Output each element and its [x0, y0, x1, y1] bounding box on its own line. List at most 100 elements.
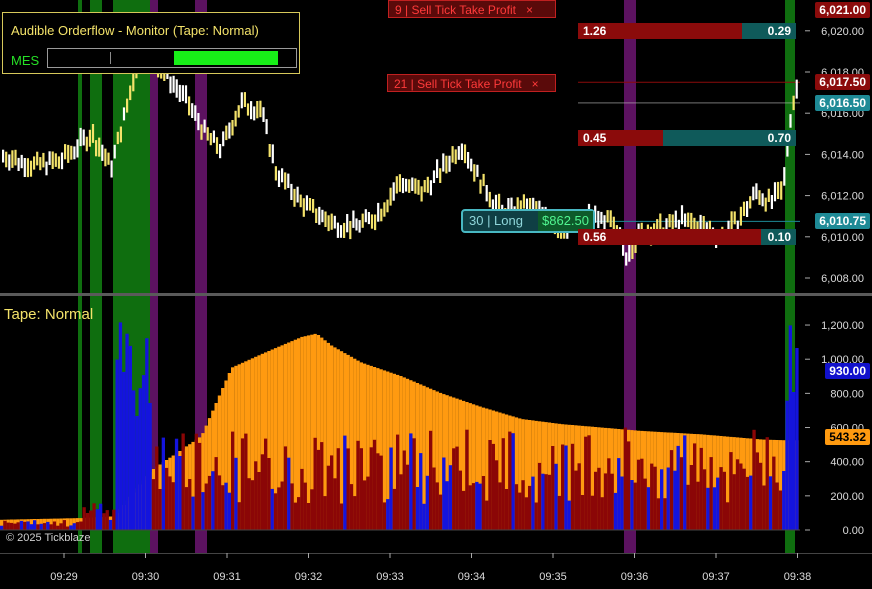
candle: [730, 211, 733, 230]
sell-take-profit-order-21[interactable]: 21 | Sell Tick Take Profit ×: [387, 74, 556, 93]
close-icon[interactable]: ×: [532, 77, 539, 91]
tape-buy-bar: [389, 447, 393, 530]
candle: [597, 210, 600, 229]
candle: [674, 210, 677, 228]
tape-buy-bar: [448, 465, 453, 530]
price-axis-label: 6,010.75: [815, 213, 870, 230]
tape-sell-bar: [198, 442, 202, 530]
tape-buy-bar: [567, 500, 571, 530]
tape-sell-bar: [755, 452, 759, 530]
candle: [287, 173, 290, 188]
candle: [122, 107, 126, 121]
tape-sell-bar: [745, 476, 750, 530]
candle: [386, 199, 389, 213]
tape-sell-bar: [306, 503, 311, 530]
sell-take-profit-order-9[interactable]: 9 | Sell Tick Take Profit ×: [388, 0, 556, 19]
tape-sell-bar: [551, 446, 555, 530]
tape-buy-bar: [115, 359, 119, 530]
candle: [60, 152, 64, 170]
candle: [628, 244, 631, 262]
close-icon[interactable]: ×: [526, 3, 533, 17]
tape-sell-bar: [508, 431, 512, 530]
candle: [188, 96, 191, 116]
candle: [2, 149, 5, 163]
tape-sell-bar: [267, 458, 271, 530]
tape-sell-bar: [438, 494, 443, 530]
tape-sell-bar: [168, 476, 172, 530]
tape-sell-bar: [514, 484, 519, 530]
tape-sell-bar: [320, 442, 324, 530]
candle: [225, 125, 228, 141]
candle: [181, 85, 184, 102]
tape-sell-bar: [709, 457, 713, 530]
tape-sell-bar: [6, 522, 10, 530]
tape-buy-bar: [613, 492, 618, 530]
tape-sell-bar: [607, 458, 611, 530]
tape-sell-bar: [310, 489, 314, 530]
tape-avg-bar: [339, 351, 344, 530]
candle: [631, 242, 634, 259]
tape-sell-bar: [293, 502, 297, 530]
candle: [442, 153, 445, 172]
candle: [194, 105, 197, 121]
tape-sell-bar: [75, 522, 80, 530]
candle: [219, 144, 222, 159]
tape-buy-bar: [138, 388, 142, 530]
candle: [321, 209, 324, 223]
tape-sell-bar: [49, 524, 53, 530]
time-tick-label: 09:37: [702, 571, 730, 583]
tape-axis-label: 930.00: [825, 363, 870, 380]
candle: [609, 210, 612, 228]
candle: [293, 188, 296, 207]
candle: [284, 172, 287, 190]
candle: [175, 79, 178, 98]
tape-buy-bar: [425, 475, 429, 530]
tape-buy-bar: [39, 523, 43, 530]
tape-buy-bar: [108, 519, 113, 530]
tape-tick-label: 1,200.00: [821, 320, 864, 332]
candle: [39, 157, 42, 171]
tape-sell-bar: [495, 460, 499, 530]
tape-sell-bar: [23, 521, 27, 530]
candle: [191, 103, 194, 118]
tape-sell-bar: [455, 446, 459, 530]
tape-sell-bar: [610, 473, 614, 530]
price-tick-label: 6,020.00: [821, 26, 864, 38]
order-label: 9 | Sell Tick Take Profit: [395, 3, 516, 18]
time-tick-label: 09:36: [621, 571, 649, 583]
candle: [411, 177, 414, 191]
candle: [212, 130, 215, 143]
tape-sell-bar: [16, 522, 20, 530]
bid-ask-bar: 0.56 0.10: [578, 228, 796, 245]
tape-sell-bar: [547, 474, 552, 530]
candle: [17, 157, 20, 171]
candle: [454, 149, 457, 165]
candle: [67, 144, 70, 163]
candle: [417, 179, 420, 195]
tape-sell-bar: [471, 483, 476, 530]
candle: [749, 196, 752, 209]
time-tick-label: 09:32: [295, 571, 323, 583]
tape-sell-bar: [184, 487, 189, 530]
tape-buy-bar: [174, 438, 179, 530]
tape-buy-bar: [617, 458, 621, 530]
position-badge[interactable]: 30 | Long $862.50: [461, 209, 595, 234]
tape-sell-bar: [603, 473, 608, 530]
candle: [23, 158, 26, 177]
tape-sell-bar: [89, 510, 93, 530]
tape-buy-bar: [422, 503, 426, 530]
candle: [215, 137, 219, 154]
tape-sell-bar: [772, 456, 776, 530]
tape-sell-bar: [580, 495, 585, 530]
candle: [256, 101, 259, 119]
tape-sell-bar: [577, 463, 581, 530]
tape-sell-bar: [273, 493, 278, 530]
tape-sell-bar: [280, 481, 284, 530]
tape-sell-bar: [313, 437, 317, 530]
tape-sell-bar: [165, 467, 169, 530]
candle: [73, 146, 76, 160]
panel-divider: [0, 293, 872, 296]
candle: [51, 151, 54, 169]
tape-sell-bar: [56, 525, 60, 530]
tape-sell-bar: [719, 467, 723, 530]
